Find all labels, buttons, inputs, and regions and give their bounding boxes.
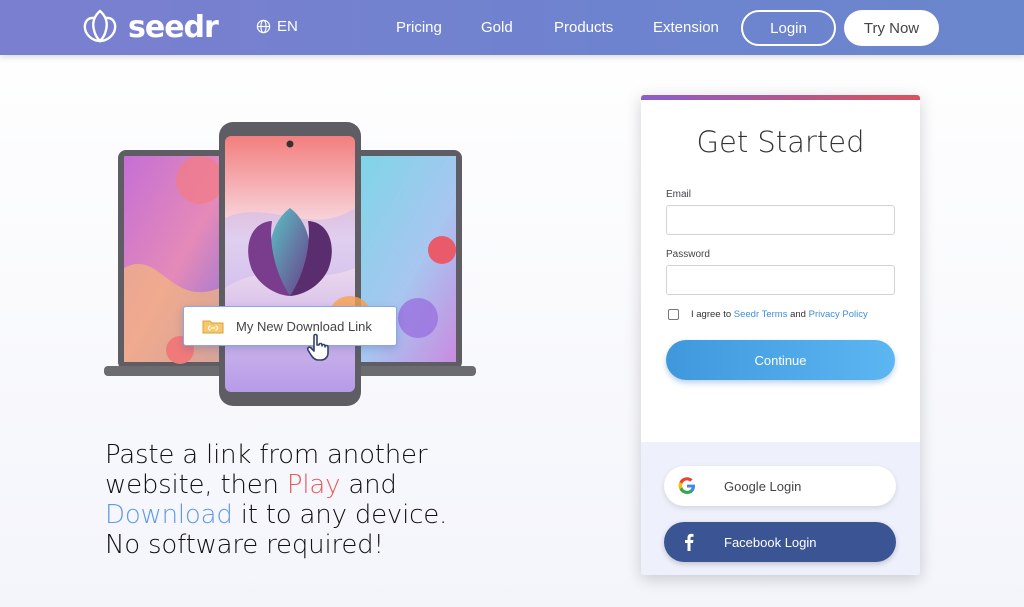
brand-logo[interactable]: seedr (80, 8, 219, 46)
continue-button[interactable]: Continue (666, 340, 895, 380)
top-navbar: seedr EN Pricing Gold Products Extension… (0, 0, 1024, 55)
hero-download-word: Download (105, 500, 233, 530)
brand-name: seedr (128, 9, 219, 45)
tulip-icon (83, 9, 117, 43)
nav-link-pricing[interactable]: Pricing (396, 19, 442, 36)
facebook-icon (685, 533, 694, 551)
nav-link-gold[interactable]: Gold (481, 19, 513, 36)
facebook-login-label: Facebook Login (724, 534, 817, 550)
hero-line-3: Download it to any device. (105, 500, 525, 530)
google-login-label: Google Login (724, 478, 802, 494)
hero-play-word: Play (286, 470, 341, 500)
agree-text: I agree to (691, 309, 732, 320)
hero-text: and (340, 470, 397, 500)
hero-text: it to any device. (232, 500, 448, 530)
email-field[interactable] (666, 205, 895, 235)
card-title: Get Started (696, 125, 865, 159)
privacy-policy-link[interactable]: Privacy Policy (809, 309, 868, 320)
terms-agreement: I agree to Seedr Terms and Privacy Polic… (668, 309, 868, 320)
nav-link-products[interactable]: Products (554, 19, 613, 36)
card-accent-bar (641, 95, 920, 100)
hero-text: website, then (105, 470, 287, 500)
hero-line-4: No software required! (105, 530, 384, 560)
login-button[interactable]: Login (741, 10, 836, 46)
password-label: Password (666, 249, 710, 260)
facebook-login-button[interactable]: Facebook Login (664, 522, 896, 562)
google-icon (678, 477, 695, 494)
devices-illustration (104, 122, 476, 406)
hero-line-1: Paste a link from another (105, 440, 428, 470)
download-link-tag: My New Download Link (183, 306, 397, 346)
google-login-button[interactable]: Google Login (664, 466, 896, 506)
hero-line-2: website, then Play and (105, 470, 525, 500)
hand-pointer-icon (306, 333, 329, 361)
language-selector[interactable]: EN (256, 18, 298, 35)
terms-link[interactable]: Seedr Terms (734, 309, 788, 320)
language-label: EN (277, 18, 298, 35)
try-now-button[interactable]: Try Now (844, 10, 939, 46)
agree-and-text: and (790, 309, 806, 320)
hero-headline: Paste a link from another website, then … (105, 440, 525, 560)
folder-link-icon (202, 320, 224, 334)
terms-checkbox[interactable] (668, 309, 679, 320)
signup-card: Get Started Email Password I agree to Se… (641, 95, 920, 575)
nav-link-extension[interactable]: Extension (653, 19, 719, 36)
password-field[interactable] (666, 265, 895, 295)
email-label: Email (666, 189, 692, 200)
globe-icon (256, 19, 271, 34)
